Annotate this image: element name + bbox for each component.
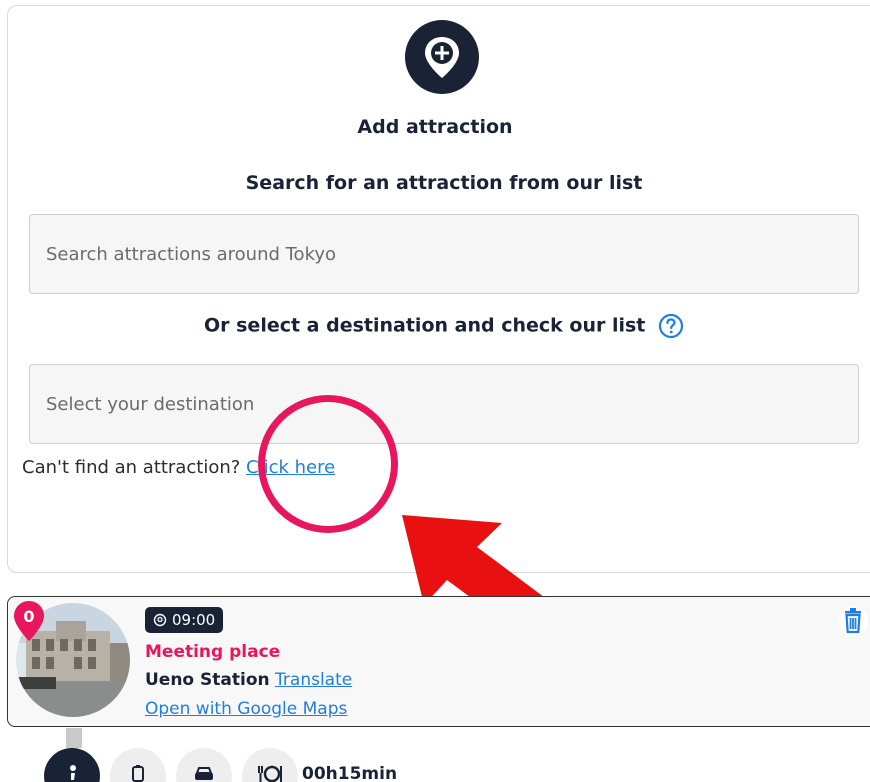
- walk-icon: [70, 765, 76, 780]
- destination-select[interactable]: Select your destination: [29, 364, 859, 444]
- meal-icon: [258, 765, 282, 782]
- stop-type-label: Meeting place: [145, 642, 281, 662]
- search-input[interactable]: Search attractions around Tokyo: [29, 214, 859, 294]
- translate-link[interactable]: Translate: [275, 670, 352, 690]
- location-name: Ueno Station: [145, 670, 270, 690]
- location-pin-icon: [153, 613, 167, 627]
- meeting-place-card: [7, 596, 870, 727]
- time-text: 09:00: [172, 611, 216, 629]
- cant-find-text: Can't find an attraction?: [22, 457, 247, 478]
- search-placeholder: Search attractions around Tokyo: [46, 243, 337, 265]
- stop-number-badge: 0: [14, 601, 44, 641]
- location-line: Ueno Station Translate: [145, 670, 352, 690]
- destination-heading-text: Or select a destination and check our li…: [203, 314, 646, 337]
- highlight-circle: [258, 395, 398, 533]
- walk-button[interactable]: [44, 748, 100, 782]
- destination-placeholder: Select your destination: [46, 393, 255, 415]
- add-attraction-title: Add attraction: [357, 116, 513, 138]
- help-circle-icon[interactable]: [658, 313, 684, 339]
- car-icon: [195, 767, 213, 780]
- add-location-icon[interactable]: [405, 20, 479, 94]
- google-maps-link[interactable]: Open with Google Maps: [145, 699, 347, 719]
- transit-button[interactable]: [110, 748, 166, 782]
- travel-duration: 00h15min: [302, 764, 398, 782]
- search-heading: Search for an attraction from our list: [245, 172, 643, 194]
- trash-icon[interactable]: [838, 604, 868, 638]
- transit-icon: [132, 765, 144, 782]
- stop-number: 0: [23, 607, 34, 626]
- time-badge: 09:00: [145, 607, 224, 633]
- route-connector: [66, 728, 82, 748]
- car-button[interactable]: [176, 748, 232, 782]
- meal-button[interactable]: [242, 748, 298, 782]
- destination-heading: Or select a destination and check our li…: [0, 313, 870, 339]
- transport-row: 00h15min: [44, 748, 464, 782]
